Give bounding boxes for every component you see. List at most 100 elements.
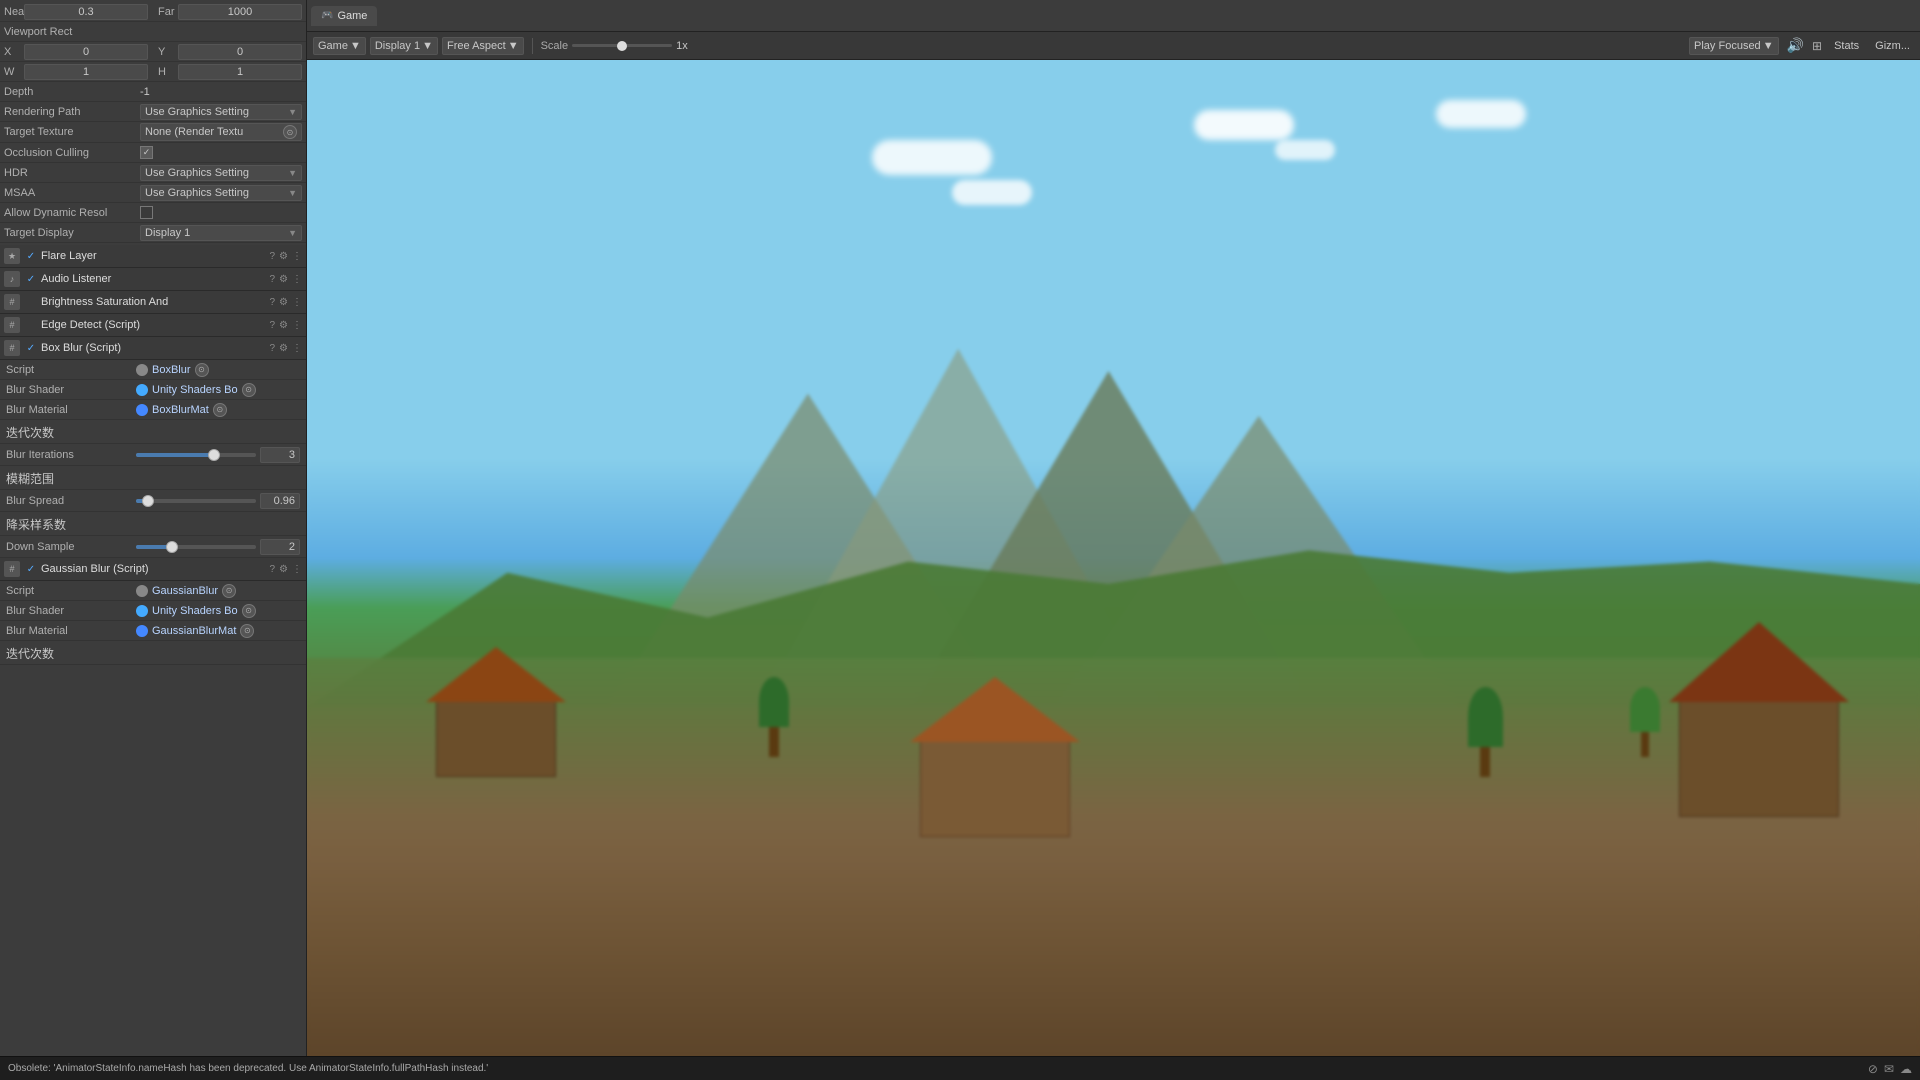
console-icon-2[interactable]: ✉ [1884,1062,1894,1076]
cloud-3 [1194,110,1294,140]
down-sample-value[interactable]: 2 [260,539,300,555]
hdr-select[interactable]: Use Graphics Setting ▼ [140,165,302,181]
blur-spread-track[interactable] [136,499,256,503]
brightness-help[interactable]: ? [269,297,275,308]
box-blur-script-label: Script [6,364,136,376]
brightness-menu[interactable]: ⋮ [292,297,302,308]
audio-listener-check[interactable]: ✓ [24,272,38,286]
target-display-value: Display 1 [145,227,190,239]
target-display-select[interactable]: Display 1 ▼ [140,225,302,241]
target-texture-circle[interactable]: ⊙ [283,125,297,139]
blur-shader-circle[interactable]: ⊙ [242,383,256,397]
flare-layer-menu[interactable]: ⋮ [292,251,302,262]
blur-iterations-container: 3 [136,447,300,463]
y-input[interactable]: 0 [178,44,302,60]
x-input[interactable]: 0 [24,44,148,60]
audio-listener-header[interactable]: ♪ ✓ Audio Listener ? ⚙ ⋮ [0,268,306,291]
blur-spread-value[interactable]: 0.96 [260,493,300,509]
w-label: W [4,66,24,78]
rendering-path-label: Rendering Path [4,106,140,118]
scale-dot [617,41,627,51]
blur-iterations-track[interactable] [136,453,256,457]
gaussian-blur-help[interactable]: ? [269,564,275,575]
blur-material-label: Blur Material [6,404,136,416]
blur-spread-thumb[interactable] [142,495,154,507]
blur-material-row: Blur Material BoxBlurMat ⊙ [0,400,306,420]
gaussian-blur-check[interactable]: ✓ [24,562,38,576]
box-blur-header[interactable]: # ✓ Box Blur (Script) ? ⚙ ⋮ [0,337,306,360]
blur-iterations-value[interactable]: 3 [260,447,300,463]
box-blur-check[interactable]: ✓ [24,341,38,355]
gizmos-button[interactable]: Gizm... [1871,38,1914,54]
box-blur-help[interactable]: ? [269,343,275,354]
far-label: Far [158,6,178,18]
box-blur-script-circle[interactable]: ⊙ [195,363,209,377]
rendering-path-select[interactable]: Use Graphics Setting ▼ [140,104,302,120]
play-focused-select[interactable]: Play Focused ▼ [1689,37,1779,55]
center-house [920,677,1070,837]
w-input[interactable]: 1 [24,64,148,80]
blur-iterations-thumb[interactable] [208,449,220,461]
audio-listener-settings[interactable]: ⚙ [279,274,288,285]
edge-detect-menu[interactable]: ⋮ [292,320,302,331]
edge-detect-help[interactable]: ? [269,320,275,331]
down-sample-thumb[interactable] [166,541,178,553]
far-input[interactable]: 1000 [178,4,302,20]
left-panel: Near 0.3 Far 1000 Viewport Rect X 0 [0,0,307,1056]
gaussian-blur-header[interactable]: # ✓ Gaussian Blur (Script) ? ⚙ ⋮ [0,558,306,581]
occlusion-culling-checkbox[interactable]: ✓ [140,146,153,159]
near-pair: Near 0.3 [4,4,148,20]
console-icon-3[interactable]: ☁ [1900,1062,1912,1076]
target-texture-select[interactable]: None (Render Textu ⊙ [140,123,302,141]
audio-listener-menu[interactable]: ⋮ [292,274,302,285]
box-blur-script-icon [136,364,148,376]
gaussian-iterations-section: 迭代次数 [0,641,306,665]
box-blur-menu[interactable]: ⋮ [292,343,302,354]
gaussian-script-circle[interactable]: ⊙ [222,584,236,598]
screen-icon[interactable]: ⊞ [1812,39,1822,53]
target-display-row: Target Display Display 1 ▼ [0,223,306,243]
gaussian-material-circle[interactable]: ⊙ [240,624,254,638]
near-input[interactable]: 0.3 [24,4,148,20]
gaussian-blur-settings[interactable]: ⚙ [279,564,288,575]
box-blur-settings[interactable]: ⚙ [279,343,288,354]
edge-detect-header[interactable]: # Edge Detect (Script) ? ⚙ ⋮ [0,314,306,337]
gaussian-blur-icon: # [4,561,20,577]
down-sample-container: 2 [136,539,300,555]
tree-3 [1630,687,1660,757]
down-sample-section: 降采样系数 [0,512,306,536]
blur-material-circle[interactable]: ⊙ [213,403,227,417]
top-props: Near 0.3 Far 1000 Viewport Rect X 0 [0,0,306,245]
scale-value: 1x [676,40,688,52]
console-icon-1[interactable]: ⊘ [1868,1062,1878,1076]
stats-button[interactable]: Stats [1830,38,1863,54]
flare-layer-header[interactable]: ★ ✓ Flare Layer ? ⚙ ⋮ [0,245,306,268]
gaussian-shader-circle[interactable]: ⊙ [242,604,256,618]
scale-track[interactable] [572,44,672,47]
audio-listener-help[interactable]: ? [269,274,275,285]
flare-layer-settings[interactable]: ⚙ [279,251,288,262]
hdr-value: Use Graphics Setting [145,167,249,179]
blur-iterations-section: 迭代次数 [0,420,306,444]
msaa-select[interactable]: Use Graphics Setting ▼ [140,185,302,201]
brightness-icon: # [4,294,20,310]
h-input[interactable]: 1 [178,64,302,80]
aspect-select[interactable]: Free Aspect ▼ [442,37,524,55]
flare-layer-actions: ? ⚙ ⋮ [269,251,302,262]
down-sample-track[interactable] [136,545,256,549]
game-toolbar: Game ▼ Display 1 ▼ Free Aspect ▼ Scale 1… [307,32,1920,60]
brightness-header[interactable]: # Brightness Saturation And ? ⚙ ⋮ [0,291,306,314]
display-select[interactable]: Display 1 ▼ [370,37,438,55]
game-select[interactable]: Game ▼ [313,37,366,55]
brightness-settings[interactable]: ⚙ [279,297,288,308]
gaussian-shader-text: Unity Shaders Bo [152,605,238,617]
audio-icon[interactable]: 🔊 [1787,37,1804,54]
blur-iterations-fill [136,453,214,457]
game-tab[interactable]: 🎮 Game [311,6,377,26]
edge-detect-settings[interactable]: ⚙ [279,320,288,331]
flare-layer-check[interactable]: ✓ [24,249,38,263]
msaa-arrow: ▼ [288,188,297,198]
gaussian-blur-menu[interactable]: ⋮ [292,564,302,575]
flare-layer-help[interactable]: ? [269,251,275,262]
allow-dynamic-checkbox[interactable] [140,206,153,219]
